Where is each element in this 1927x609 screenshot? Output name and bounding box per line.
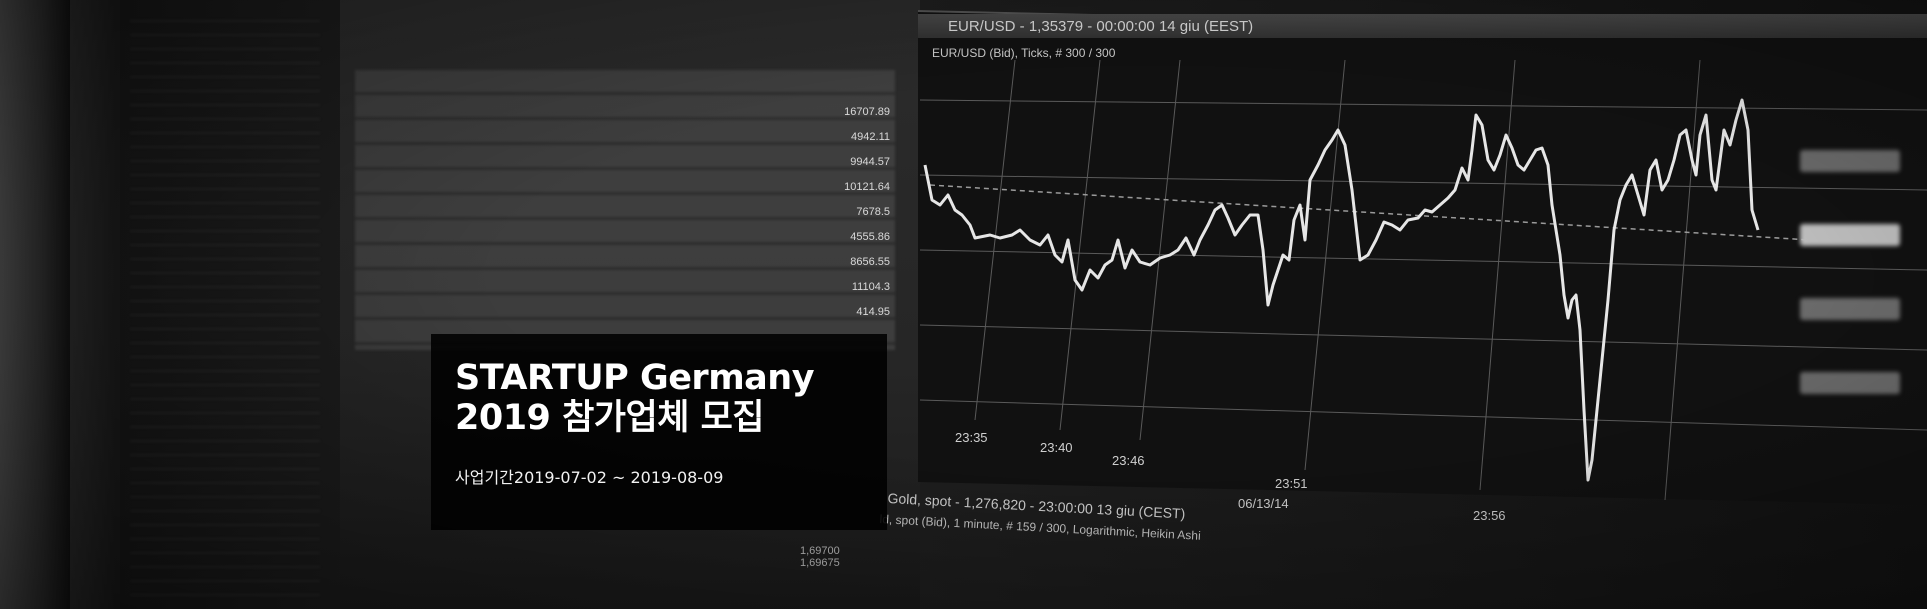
chart-grid — [919, 59, 1927, 501]
time-label: 23:35 — [955, 430, 988, 445]
banner-title-line1: STARTUP Germany — [455, 358, 815, 398]
time-label: 23:46 — [1112, 453, 1145, 468]
banner-title: STARTUP Germany 2019 참가업체 모집 — [455, 358, 863, 438]
price-tag — [1800, 224, 1900, 246]
bottom-chart-values: 1,69700 1,69675 — [800, 545, 840, 569]
background-photo: 16707.89 4942.11 9944.57 10121.64 7678.5… — [0, 0, 1927, 609]
bid-level-line — [929, 184, 1811, 241]
time-label: 23:51 — [1275, 476, 1308, 491]
bottom-value: 1,69700 — [800, 545, 840, 557]
banner-period: 사업기간2019-07-02 ~ 2019-08-09 — [455, 464, 863, 488]
time-label: 23:40 — [1040, 440, 1073, 455]
price-tag — [1800, 298, 1900, 320]
price-tag — [1800, 150, 1900, 172]
price-line — [923, 98, 1760, 482]
banner-title-line2: 2019 참가업체 모집 — [455, 398, 764, 438]
time-label: 06/13/14 — [1238, 496, 1289, 511]
period-value: 2019-07-02 ~ 2019-08-09 — [513, 468, 724, 487]
time-label: 23:56 — [1473, 508, 1506, 523]
event-banner[interactable]: STARTUP Germany 2019 참가업체 모집 사업기간2019-07… — [431, 334, 887, 530]
price-tag — [1800, 372, 1900, 394]
bottom-value: 1,69675 — [800, 557, 840, 569]
period-label: 사업기간 — [455, 468, 514, 487]
price-tags — [1800, 150, 1900, 446]
